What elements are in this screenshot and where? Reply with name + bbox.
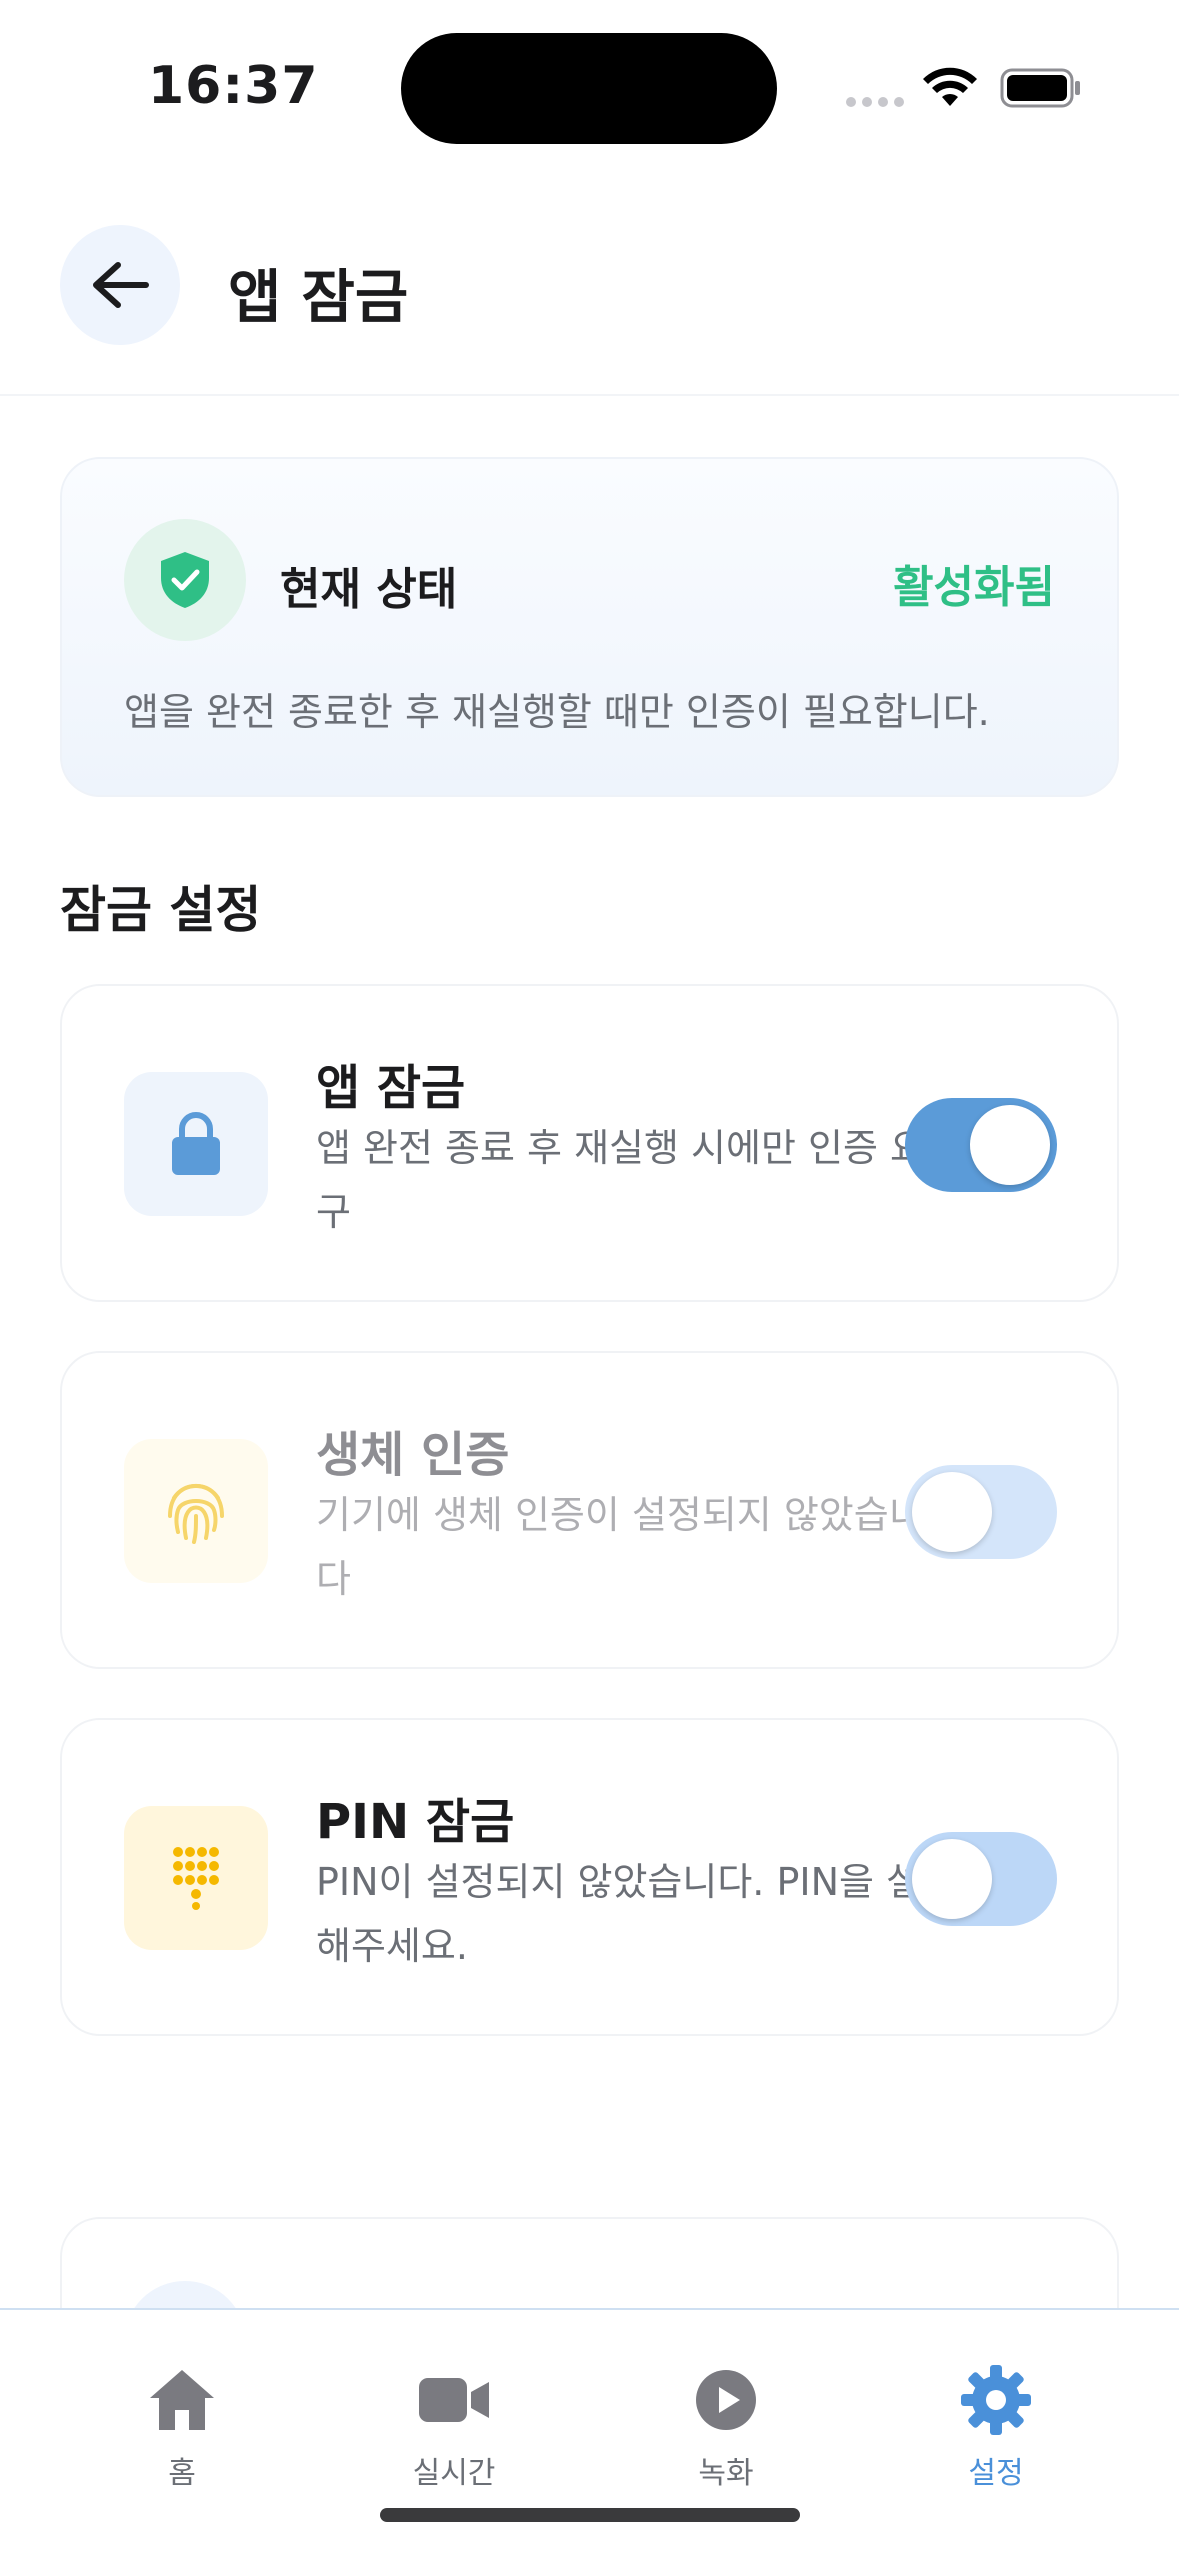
status-time: 16:37 [148, 56, 319, 116]
shield-check-icon [161, 552, 209, 608]
setting-description: 앱 완전 종료 후 재실행 시에만 인증 요구 [316, 1126, 925, 1234]
app-lock-icon-box [124, 1072, 268, 1216]
tab-live[interactable]: 실시간 [354, 2362, 554, 2492]
tab-label: 녹화 [698, 2456, 754, 2491]
status-label: 현재 상태 [280, 564, 458, 615]
toggle-knob [970, 1105, 1050, 1185]
arrow-left-icon [93, 262, 149, 308]
home-indicator[interactable] [380, 2508, 800, 2522]
setting-description: PIN이 설정되지 않았습니다. PIN을 설정해주세요. [316, 1860, 956, 1968]
page-title: 앱 잠금 [228, 263, 409, 331]
biometric-toggle[interactable] [905, 1465, 1057, 1559]
setting-title: PIN 잠금 [316, 1794, 515, 1850]
tab-label: 설정 [968, 2456, 1024, 2491]
battery-icon [1000, 68, 1080, 108]
setting-card-pin-lock: PIN 잠금 PIN이 설정되지 않았습니다. PIN을 설정해주세요. [60, 1718, 1119, 2036]
cellular-signal-icon [846, 97, 904, 107]
tab-home[interactable]: 홈 [82, 2362, 282, 2492]
back-button[interactable] [60, 225, 180, 345]
setting-title: 생체 인증 [316, 1427, 510, 1483]
gear-icon [961, 2365, 1031, 2435]
wifi-icon [923, 67, 977, 106]
home-icon [150, 2370, 214, 2430]
pin-icon-box [124, 1806, 268, 1950]
status-description: 앱을 완전 종료한 후 재실행할 때만 인증이 필요합니다. [124, 690, 990, 734]
tab-settings[interactable]: 설정 [896, 2362, 1096, 2492]
keypad-icon [173, 1847, 219, 1910]
toggle-knob [912, 1839, 992, 1919]
navigation-header: 앱 잠금 [0, 170, 1179, 396]
current-status-card: 현재 상태 활성화됨 앱을 완전 종료한 후 재실행할 때만 인증이 필요합니다… [60, 457, 1119, 797]
tab-recordings[interactable]: 녹화 [626, 2362, 826, 2492]
setting-card-biometric: 생체 인증 기기에 생체 인증이 설정되지 않았습니다 [60, 1351, 1119, 1669]
app-lock-screen: 16:37 앱 잠금 현재 상태 활성화됨 앱을 완전 종료한 후 재실행할 때… [0, 0, 1179, 2556]
toggle-knob [912, 1472, 992, 1552]
play-icon [696, 2370, 756, 2430]
shield-badge [124, 519, 246, 641]
section-title: 잠금 설정 [60, 881, 262, 939]
lock-icon [172, 1112, 220, 1175]
setting-title: 앱 잠금 [316, 1060, 466, 1116]
app-lock-toggle[interactable] [905, 1098, 1057, 1192]
pin-lock-toggle[interactable] [905, 1832, 1057, 1926]
tab-label: 실시간 [412, 2456, 496, 2491]
status-value: 활성화됨 [893, 562, 1055, 613]
setting-description: 기기에 생체 인증이 설정되지 않았습니다 [316, 1493, 924, 1601]
biometric-icon-box [124, 1439, 268, 1583]
dynamic-island [401, 33, 777, 144]
tab-label: 홈 [168, 2456, 196, 2491]
status-bar: 16:37 [0, 0, 1179, 170]
setting-card-app-lock: 앱 잠금 앱 완전 종료 후 재실행 시에만 인증 요구 [60, 984, 1119, 1302]
video-camera-icon [419, 2378, 489, 2422]
fingerprint-icon [168, 1483, 224, 1544]
